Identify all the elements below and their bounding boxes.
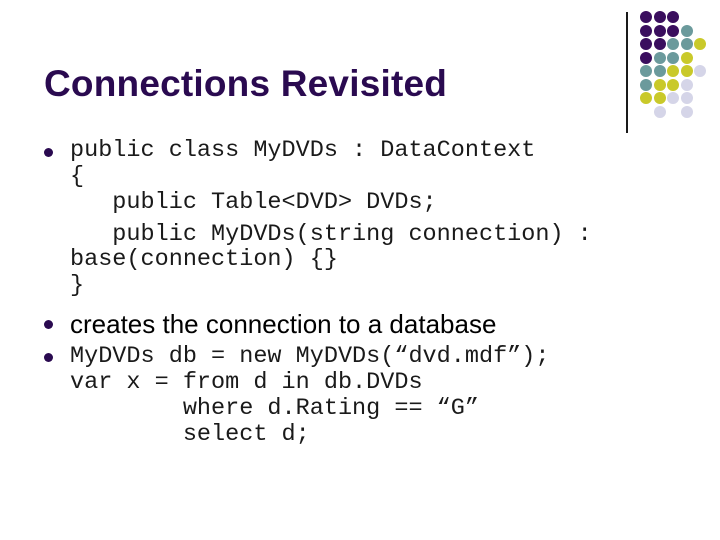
decorative-dot-yellow <box>694 38 706 50</box>
decorative-dot-yellow <box>667 78 679 91</box>
decorative-dot-purple <box>640 11 652 23</box>
decorative-dot-teal <box>640 78 652 91</box>
decorative-dot-purple <box>667 11 679 23</box>
decorative-dot-teal <box>680 24 693 37</box>
decorative-dot-yellow <box>640 92 652 104</box>
decorative-dot-teal <box>653 65 666 77</box>
bullet-1-code-line-2: { <box>70 163 85 190</box>
decorative-dot-purple <box>653 11 666 23</box>
bullet-1-code-line-4: public MyDVDs(string connection) : <box>70 221 592 248</box>
slide-title: Connections Revisited <box>44 63 448 104</box>
bullet-2-icon <box>44 320 53 329</box>
decorative-dot-lavender <box>680 92 693 104</box>
decorative-dot-lavender <box>653 105 666 118</box>
decorative-dot-purple <box>640 51 652 64</box>
decorative-dot-teal <box>680 38 693 50</box>
decorative-dot-teal <box>640 65 652 77</box>
bullet-3-code-line-2: var x = from d in db.DVDs <box>70 369 423 396</box>
bullet-1-code-line-5: base(connection) {} <box>70 246 338 273</box>
decorative-dot-yellow <box>667 65 679 77</box>
decorative-dot-yellow <box>680 51 693 64</box>
decorative-dot-yellow <box>680 65 693 77</box>
bullet-1-code-line-6: } <box>70 272 85 299</box>
decorative-dot-lavender <box>680 105 693 118</box>
bullet-3-code-line-3: where d.Rating == “G” <box>70 395 479 422</box>
decorative-dot-yellow <box>653 78 666 91</box>
bullet-1-icon <box>44 148 53 157</box>
decorative-dot-purple <box>653 24 666 37</box>
decorative-dot-purple <box>653 38 666 50</box>
decorative-dot-teal <box>653 51 666 64</box>
decorative-dot-lavender <box>680 78 693 91</box>
decorative-divider-line <box>626 12 628 133</box>
slide: Connections Revisited public class MyDVD… <box>0 0 720 540</box>
bullet-1-code-line-3: public Table<DVD> DVDs; <box>70 189 437 216</box>
decorative-dot-purple <box>640 24 652 37</box>
bullet-3-code-line-4: select d; <box>70 421 310 448</box>
decorative-dot-purple <box>640 38 652 50</box>
bullet-3-icon <box>44 353 53 362</box>
bullet-1-code-line-1: public class MyDVDs : DataContext <box>70 137 536 164</box>
decorative-dot-yellow <box>653 92 666 104</box>
decorative-dot-teal <box>667 51 679 64</box>
decorative-dot-teal <box>667 38 679 50</box>
decorative-dot-lavender <box>667 92 679 104</box>
decorative-dot-lavender <box>694 65 706 77</box>
bullet-2-text: creates the connection to a database <box>70 309 497 339</box>
decorative-dot-purple <box>667 24 679 37</box>
bullet-3-code-line-1: MyDVDs db = new MyDVDs(“dvd.mdf”); <box>70 343 550 370</box>
